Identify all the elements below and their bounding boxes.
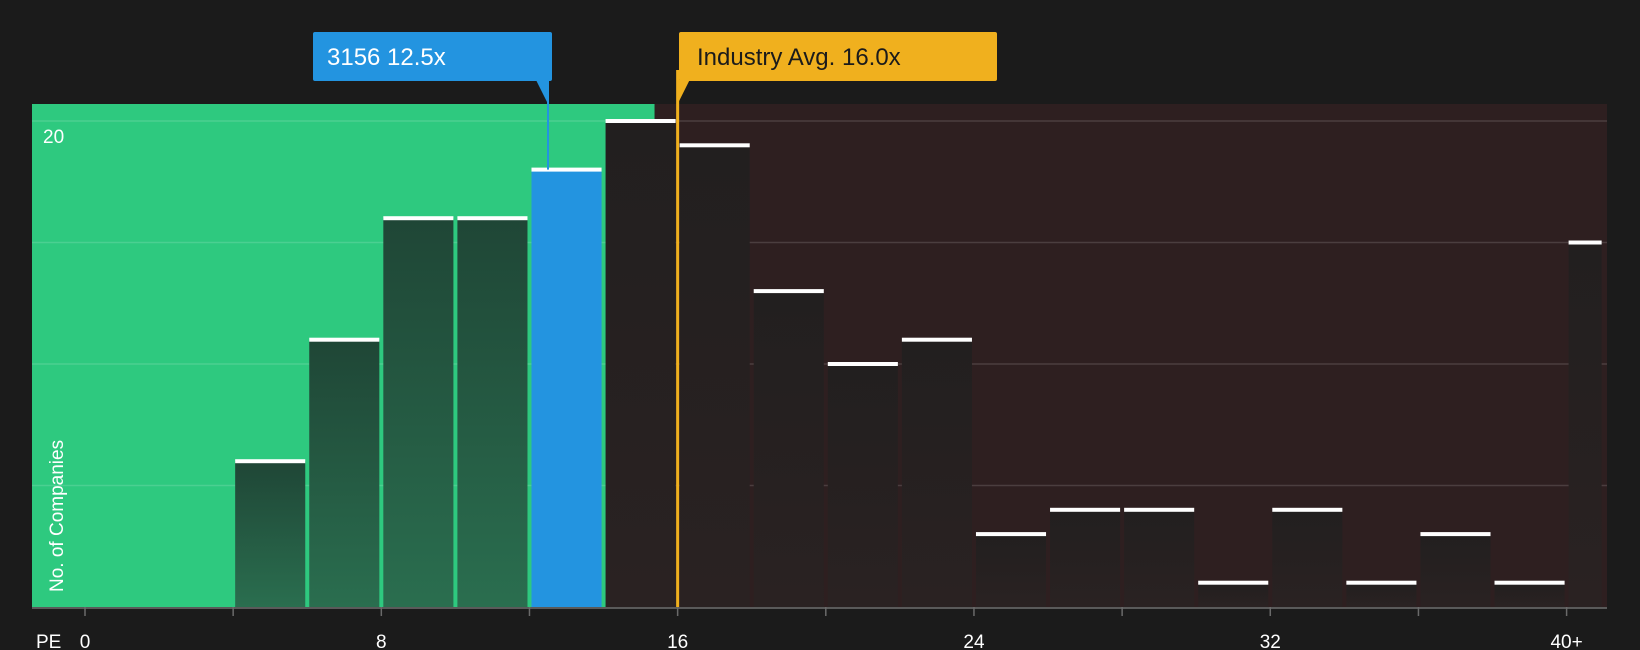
histogram-bar bbox=[827, 364, 898, 607]
histogram-bar bbox=[1272, 509, 1343, 607]
bar-cap bbox=[827, 362, 898, 367]
bar-cap bbox=[679, 143, 750, 148]
bar-cap bbox=[531, 167, 602, 172]
bar-cap bbox=[1272, 507, 1343, 512]
x-axis-label: PE bbox=[36, 632, 61, 650]
x-tick-label: 24 bbox=[963, 632, 985, 650]
y-axis-label: No. of Companies bbox=[47, 440, 68, 592]
histogram-bar bbox=[457, 218, 528, 607]
bar-cap bbox=[1198, 580, 1269, 585]
x-tick-label: 32 bbox=[1260, 632, 1281, 650]
bar-cap bbox=[235, 459, 306, 464]
x-tick-label: 0 bbox=[80, 632, 91, 650]
bar-cap bbox=[1420, 532, 1491, 537]
histogram-bar bbox=[679, 145, 750, 607]
bar-cap bbox=[309, 337, 380, 342]
histogram-bar bbox=[605, 121, 676, 608]
histogram-bar bbox=[975, 534, 1047, 607]
x-tick-label: 16 bbox=[667, 632, 688, 650]
histogram-bar bbox=[1568, 242, 1602, 607]
bar-cap bbox=[1050, 507, 1121, 512]
bar-cap bbox=[753, 289, 824, 294]
bar-cap bbox=[457, 216, 528, 221]
company-bar bbox=[531, 169, 602, 607]
pe-distribution-chart: 0 8 16 24 32 40+ PE 20 No. of Companies 3156 12.5… bbox=[0, 0, 1640, 650]
company-callout-pointer bbox=[536, 80, 548, 104]
y-tick-label: 20 bbox=[43, 127, 64, 148]
bar-cap bbox=[901, 337, 972, 342]
x-tick-label: 40+ bbox=[1550, 632, 1582, 650]
histogram-bar bbox=[753, 291, 824, 607]
bar-cap bbox=[383, 216, 454, 221]
histogram-bar bbox=[901, 339, 972, 607]
company-callout-label: 3156 12.5x bbox=[327, 44, 446, 71]
bar-cap bbox=[975, 532, 1047, 537]
histogram-bar bbox=[235, 461, 306, 607]
chart-svg: 0 8 16 24 32 40+ PE 20 No. of Companies 3156 12.5… bbox=[32, 32, 1607, 650]
histogram-bar bbox=[1198, 582, 1269, 607]
bar-cap bbox=[1346, 580, 1417, 585]
histogram-bar bbox=[1124, 509, 1195, 607]
x-tick-label: 8 bbox=[376, 632, 387, 650]
bar-cap bbox=[1568, 240, 1602, 245]
bar-cap bbox=[1124, 507, 1195, 512]
industry-callout-pointer bbox=[677, 80, 690, 104]
industry-callout-label: Industry Avg. 16.0x bbox=[697, 44, 901, 71]
histogram-bar bbox=[309, 339, 380, 607]
bar-cap bbox=[1494, 580, 1565, 585]
histogram-bar bbox=[383, 218, 454, 607]
histogram-bar bbox=[1346, 582, 1417, 607]
histogram-bar bbox=[1050, 509, 1121, 607]
histogram-bar bbox=[1494, 582, 1565, 607]
histogram-bar bbox=[1420, 534, 1491, 607]
bar-cap bbox=[605, 119, 676, 124]
